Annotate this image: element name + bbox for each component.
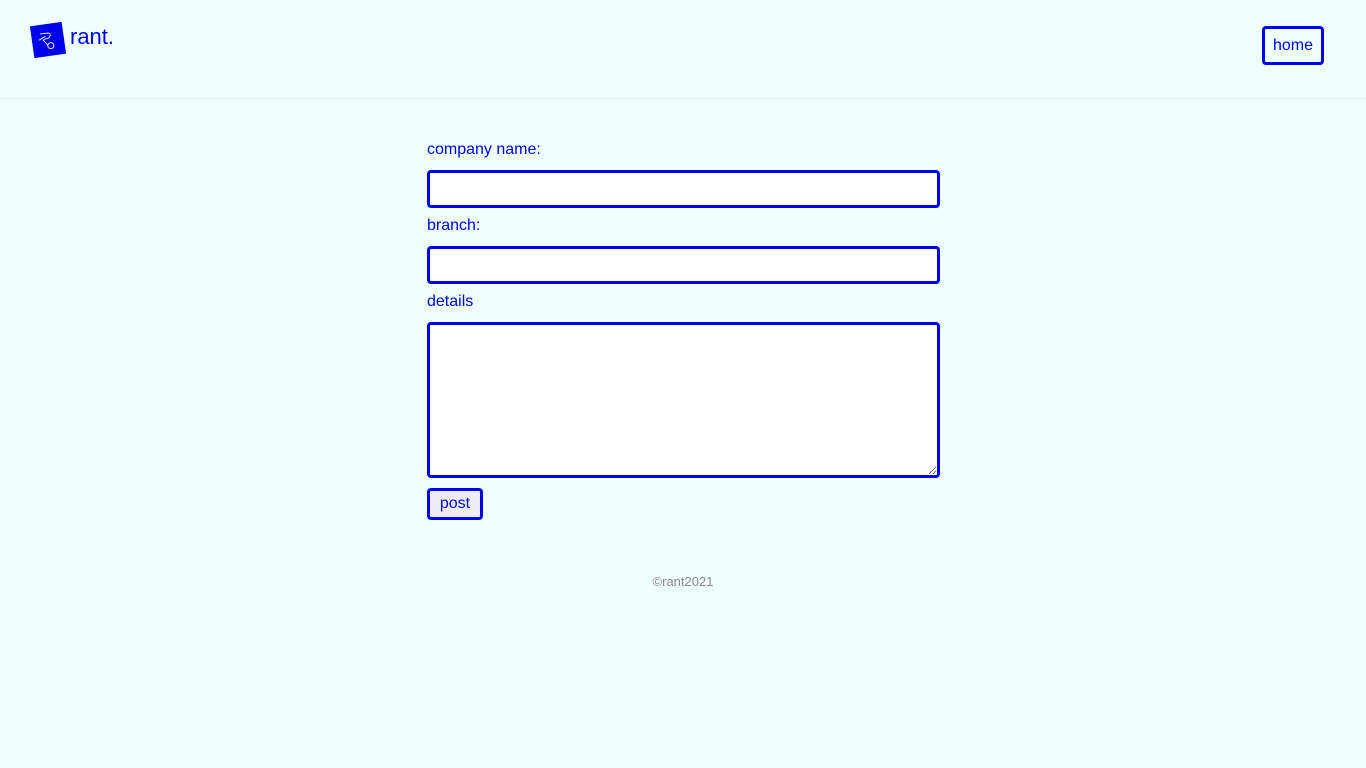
details-textarea[interactable] — [427, 322, 940, 478]
post-button[interactable]: post — [427, 488, 483, 520]
branch-label: branch: — [427, 217, 481, 234]
company-name-label: company name: — [427, 141, 541, 158]
home-button[interactable]: home — [1262, 26, 1324, 65]
site-header: rant. home — [0, 0, 1366, 99]
rant-logo-icon — [29, 21, 67, 59]
footer-copyright: ©rant2021 — [652, 574, 714, 589]
brand-logo[interactable]: rant. — [29, 21, 115, 59]
rant-form: company name: branch: details post — [427, 140, 940, 520]
details-label: details — [427, 293, 474, 310]
company-name-input[interactable] — [427, 170, 940, 208]
brand-name: rant. — [70, 24, 115, 49]
branch-input[interactable] — [427, 246, 940, 284]
